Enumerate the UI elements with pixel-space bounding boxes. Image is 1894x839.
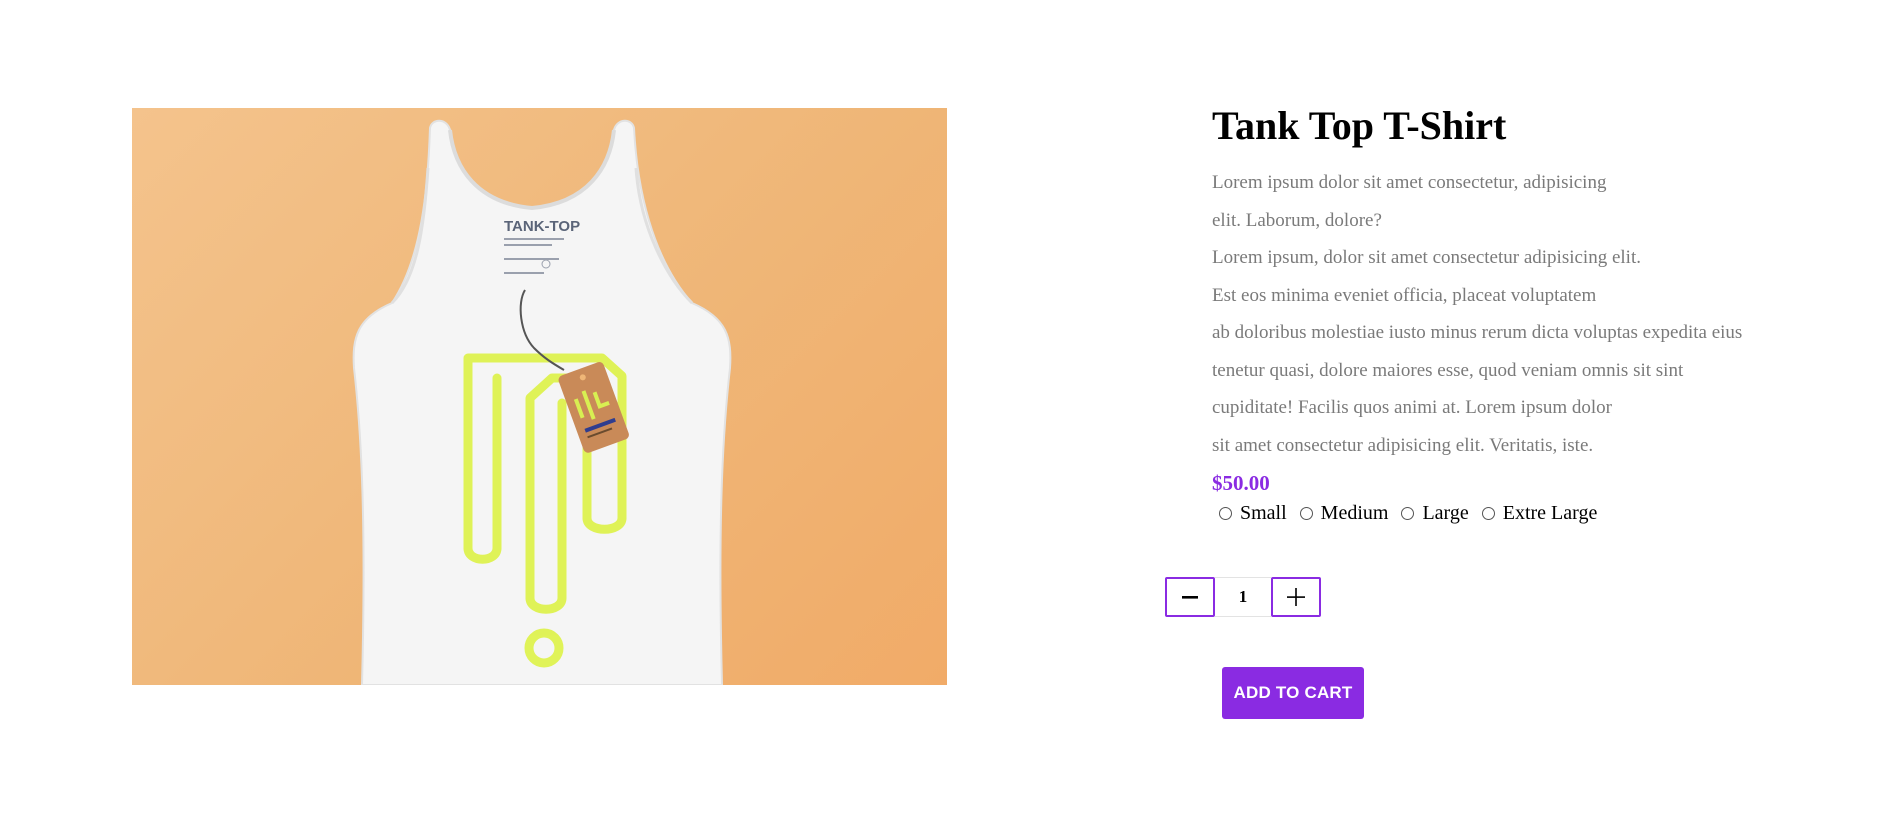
quantity-value[interactable]: 1 bbox=[1215, 577, 1271, 617]
radio-button[interactable] bbox=[1401, 507, 1415, 520]
description-line: cupiditate! Facilis quos animi at. Lorem… bbox=[1212, 397, 1612, 418]
size-option-medium[interactable]: Medium bbox=[1299, 502, 1389, 525]
radio-button[interactable] bbox=[1299, 507, 1313, 520]
size-label: Medium bbox=[1320, 502, 1389, 524]
size-label: Small bbox=[1240, 502, 1287, 524]
description-line: Lorem ipsum dolor sit amet consectetur, … bbox=[1212, 172, 1607, 193]
minus-icon bbox=[1182, 596, 1198, 599]
description-line: Est eos minima eveniet officia, placeat … bbox=[1212, 284, 1597, 306]
product-price: $50.00 bbox=[1212, 471, 1270, 495]
size-option-small[interactable]: Small bbox=[1219, 502, 1287, 525]
product-info: Tank Top T-Shirt Lorem ipsum dolor sit a… bbox=[1212, 100, 1812, 525]
add-to-cart-button[interactable]: ADD TO CART bbox=[1222, 667, 1364, 719]
product-description: Lorem ipsum dolor sit amet consectetur, … bbox=[1212, 164, 1812, 464]
increment-button[interactable] bbox=[1271, 577, 1321, 617]
size-label: Large bbox=[1422, 502, 1469, 524]
size-label: Extre Large bbox=[1502, 502, 1598, 524]
size-selector: Small Medium Large Extre Large bbox=[1219, 502, 1812, 525]
decrement-button[interactable] bbox=[1165, 577, 1215, 617]
description-line: elit. Laborum, dolore? bbox=[1212, 209, 1382, 231]
size-option-large[interactable]: Large bbox=[1401, 502, 1469, 525]
radio-button[interactable] bbox=[1481, 507, 1495, 520]
product-title: Tank Top T-Shirt bbox=[1212, 103, 1507, 148]
quantity-stepper: 1 bbox=[1165, 577, 1321, 617]
description-line: sit amet consectetur adipisicing elit. V… bbox=[1212, 434, 1594, 456]
tank-top-brand-label: TANK-TOP bbox=[504, 218, 580, 235]
description-line: tenetur quasi, dolore maiores esse, quod… bbox=[1212, 359, 1684, 381]
radio-button[interactable] bbox=[1219, 507, 1232, 520]
product-image: TANK-TOP bbox=[132, 108, 947, 685]
plus-icon bbox=[1287, 588, 1305, 606]
description-line: Lorem ipsum, dolor sit amet consectetur … bbox=[1212, 247, 1641, 268]
tank-top-illustration: TANK-TOP bbox=[352, 119, 732, 685]
description-line: ab doloribus molestiae iusto minus rerum… bbox=[1212, 322, 1743, 343]
size-option-extra-large[interactable]: Extre Large bbox=[1481, 502, 1598, 525]
